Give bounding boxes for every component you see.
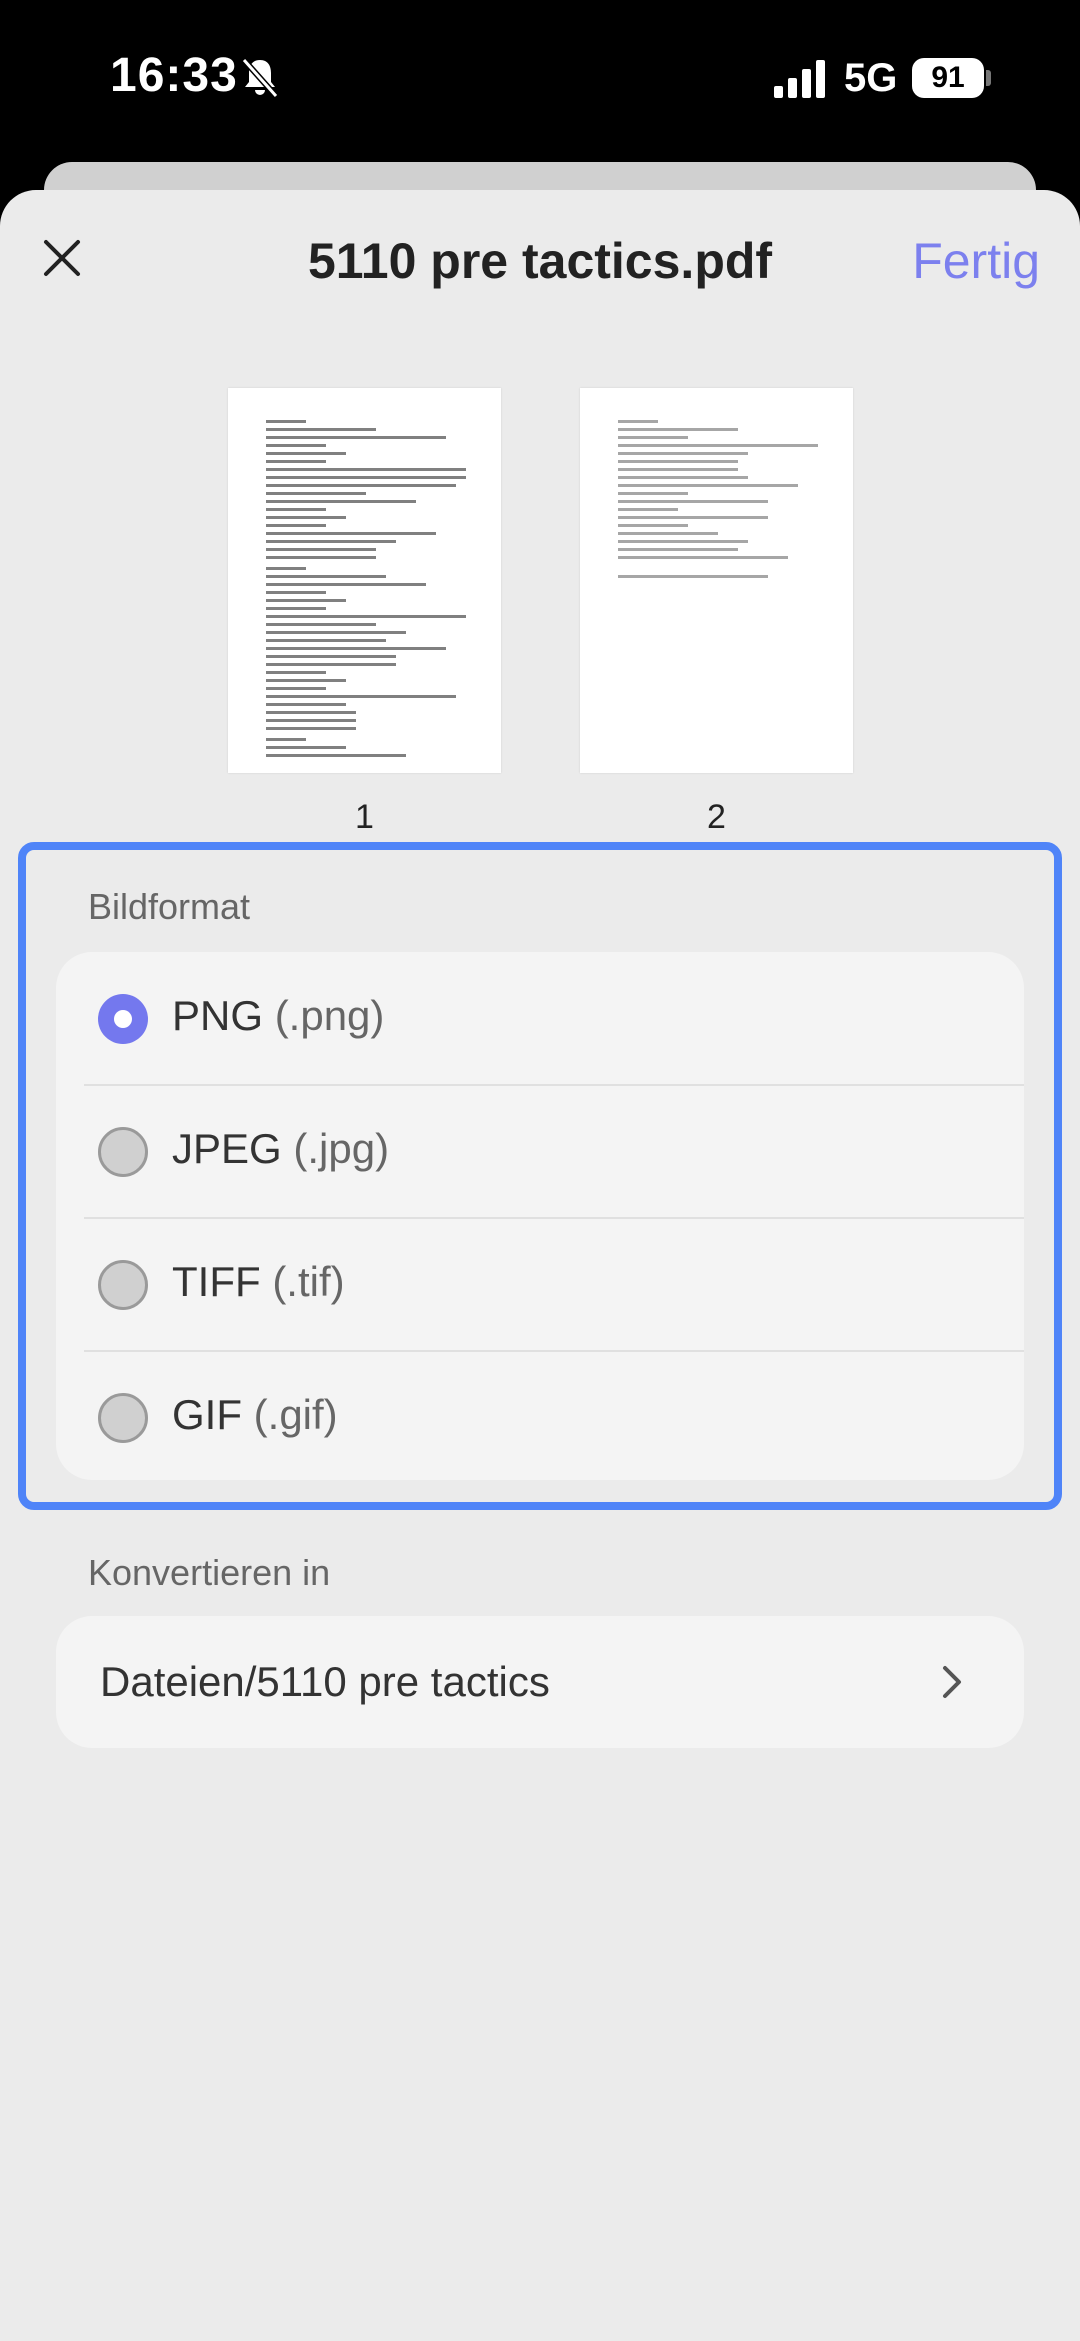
convert-to-label: Konvertieren in: [88, 1552, 331, 1593]
status-time: 16:33: [110, 49, 238, 102]
format-name: JPEG: [172, 1125, 282, 1172]
page-content-preview: [266, 420, 466, 762]
battery-nub: [986, 70, 991, 86]
radio-unselected-icon[interactable]: [98, 1127, 148, 1177]
done-button[interactable]: Fertig: [880, 232, 1040, 290]
document-title: 5110 pre tactics.pdf: [307, 233, 773, 289]
network-type: 5G: [844, 56, 898, 100]
cellular-signal-icon: [774, 60, 825, 98]
page-thumbnail-1[interactable]: [228, 388, 501, 773]
page-content-preview: [618, 420, 818, 583]
page-number-2: 2: [707, 798, 726, 836]
format-option-tiff[interactable]: TIFF (.tif): [56, 1218, 1024, 1351]
image-format-label: Bildformat: [88, 886, 251, 927]
format-name: TIFF: [172, 1258, 261, 1305]
format-name: GIF: [172, 1391, 242, 1438]
status-bar: 16:33 5G 91: [0, 0, 1080, 160]
radio-unselected-icon[interactable]: [98, 1393, 148, 1443]
format-extension: (.jpg): [293, 1125, 390, 1172]
format-option-jpeg[interactable]: JPEG (.jpg): [56, 1085, 1024, 1218]
close-icon: [44, 240, 80, 276]
page-number-1: 1: [355, 798, 374, 836]
destination-path: Dateien/5110 pre tactics: [100, 1658, 550, 1705]
close-button[interactable]: [36, 232, 88, 284]
format-extension: (.gif): [253, 1391, 338, 1438]
format-option-png[interactable]: PNG (.png): [56, 952, 1024, 1085]
format-extension: (.png): [274, 992, 385, 1039]
format-option-gif[interactable]: GIF (.gif): [56, 1351, 1024, 1480]
format-name: PNG: [172, 992, 264, 1039]
battery-indicator: 91: [912, 58, 984, 98]
radio-unselected-icon[interactable]: [98, 1260, 148, 1310]
chevron-right-icon: [943, 1666, 961, 1698]
page-thumbnail-2[interactable]: [580, 388, 853, 773]
format-extension: (.tif): [272, 1258, 345, 1305]
destination-folder-button[interactable]: Dateien/5110 pre tactics: [56, 1616, 1024, 1748]
image-format-options: PNG (.png) JPEG (.jpg) TIFF (.tif) GIF (…: [56, 952, 1024, 1480]
radio-selected-icon[interactable]: [98, 994, 148, 1044]
bell-slash-icon: [241, 58, 279, 98]
